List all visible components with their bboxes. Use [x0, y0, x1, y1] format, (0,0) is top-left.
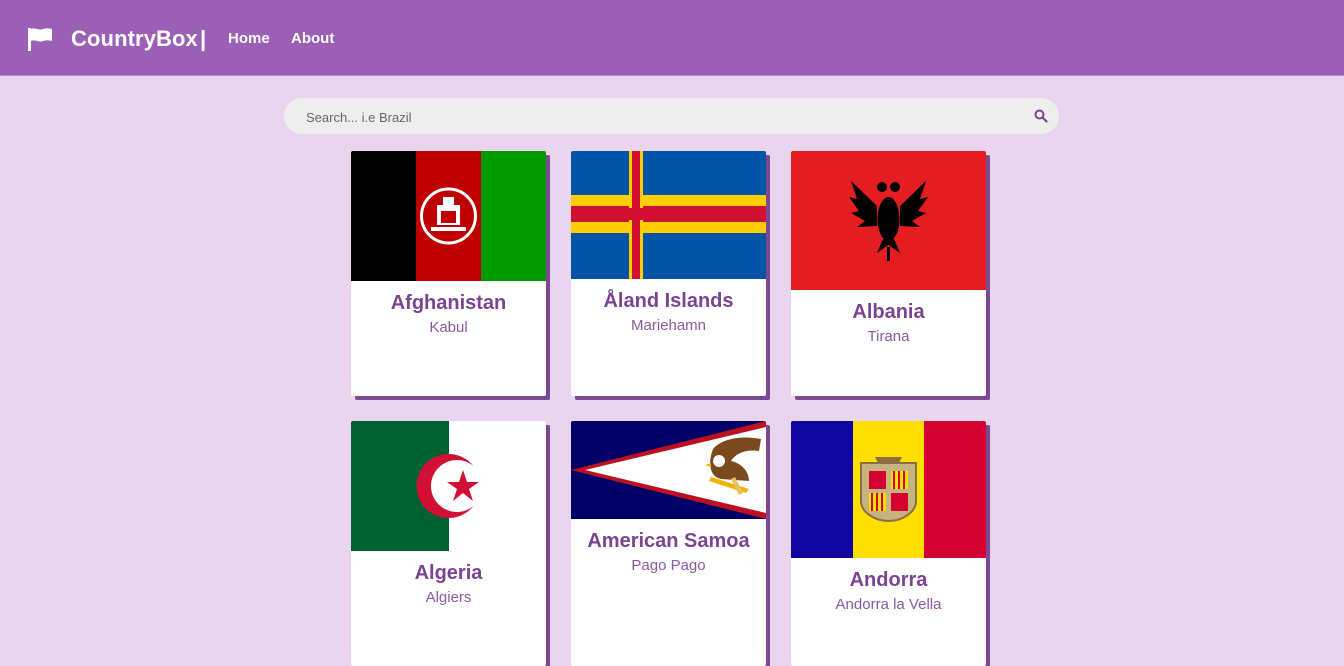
flag-icon[interactable]	[27, 27, 53, 51]
nav-link-about[interactable]: About	[291, 30, 334, 47]
search-icon[interactable]	[1034, 109, 1048, 123]
search-input[interactable]	[304, 98, 1028, 136]
country-capital: Pago Pago	[631, 557, 706, 574]
flag-image-afghanistan	[351, 151, 546, 281]
country-card-albania[interactable]: Albania Tirana	[791, 151, 986, 396]
country-name: American Samoa	[587, 530, 750, 552]
nav-link-home[interactable]: Home	[228, 30, 270, 47]
country-capital: Andorra la Vella	[835, 596, 942, 613]
country-capital: Kabul	[429, 319, 468, 336]
country-capital: Algiers	[425, 589, 472, 606]
country-card-aland-islands[interactable]: Åland Islands Mariehamn	[571, 151, 766, 396]
flag-image-aland-islands	[571, 151, 766, 279]
country-card-american-samoa[interactable]: American Samoa Pago Pago	[571, 421, 766, 666]
country-name: Afghanistan	[390, 292, 507, 314]
country-name: Åland Islands	[603, 290, 734, 312]
country-card-algeria[interactable]: Algeria Algiers	[351, 421, 546, 666]
navbar: CountryBox | Home About	[0, 0, 1344, 76]
country-capital: Mariehamn	[630, 317, 707, 334]
brand-separator: |	[200, 26, 207, 51]
country-capital: Tirana	[867, 328, 910, 345]
brand-title[interactable]: CountryBox	[71, 26, 198, 52]
flag-image-andorra	[791, 421, 986, 558]
country-name: Andorra	[849, 569, 928, 591]
flag-image-algeria	[351, 421, 546, 551]
country-name: Albania	[852, 301, 925, 323]
flag-image-albania	[791, 151, 986, 290]
country-card-andorra[interactable]: Andorra Andorra la Vella	[791, 421, 986, 666]
search-bar	[284, 98, 1059, 136]
country-card-afghanistan[interactable]: Afghanistan Kabul	[351, 151, 546, 396]
flag-image-american-samoa	[571, 421, 766, 519]
country-name: Algeria	[414, 562, 483, 584]
